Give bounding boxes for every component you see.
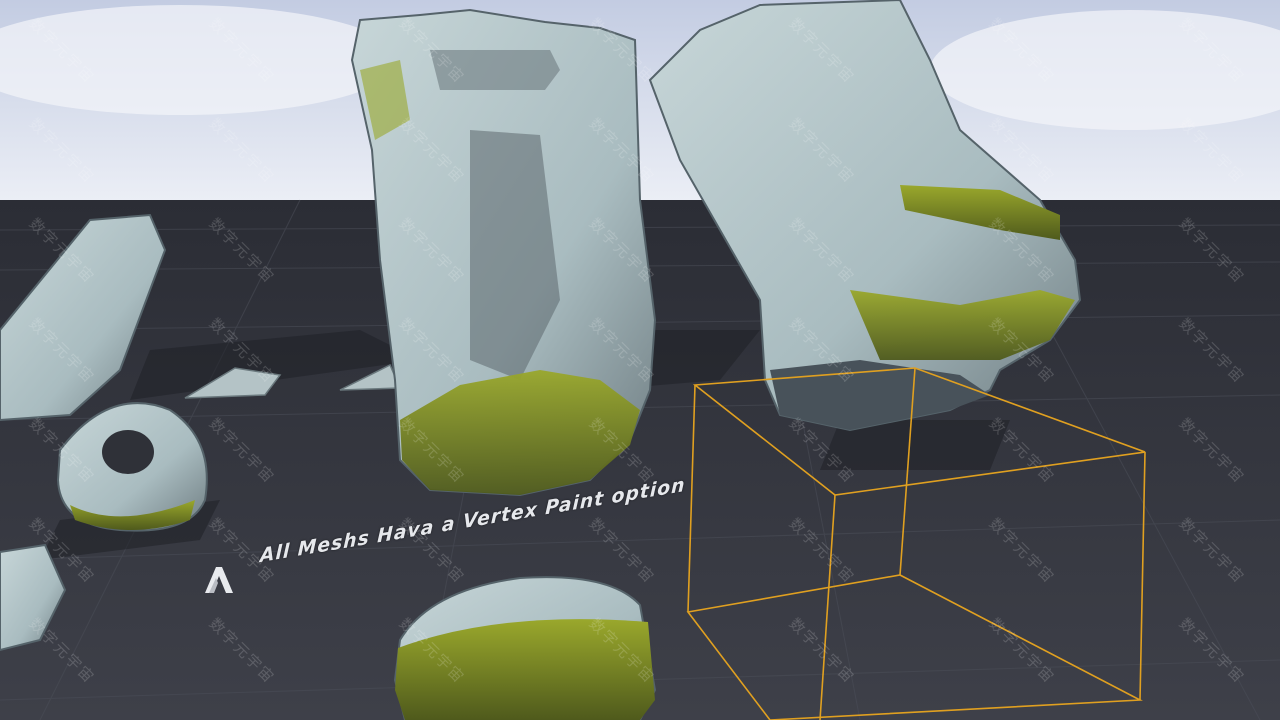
rock-pillar-center (350, 8, 657, 497)
unreal-logo-icon (201, 565, 237, 595)
scene-canvas (0, 0, 1280, 720)
game-viewport[interactable]: All Meshs Hava a Vertex Paint option 数字元… (0, 0, 1280, 720)
